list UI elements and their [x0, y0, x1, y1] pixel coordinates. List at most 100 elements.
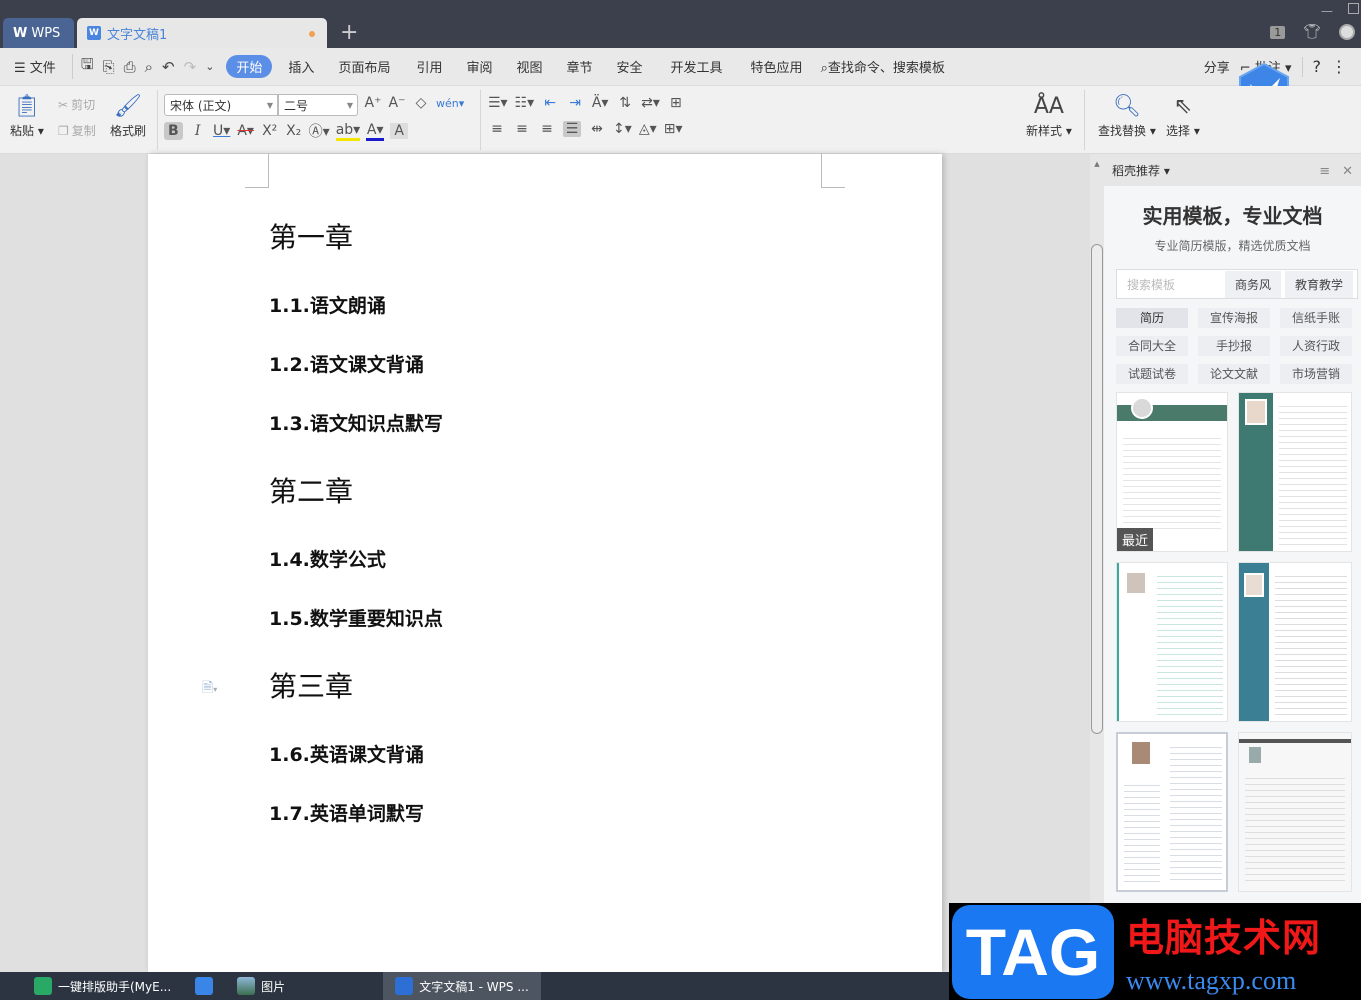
scrollbar-thumb[interactable] [1091, 244, 1103, 734]
section-heading[interactable]: 1.2.语文课文背诵 [269, 350, 424, 377]
tab-page-layout[interactable]: 页面布局 [326, 57, 402, 76]
phonetic-guide-icon[interactable]: wén▾ [436, 97, 464, 110]
close-icon[interactable]: ✕ [1342, 164, 1353, 179]
chapter-heading[interactable]: 第二章 [269, 470, 353, 510]
align-right-icon[interactable]: ≡ [538, 121, 556, 137]
category-item[interactable]: 人资行政 [1280, 336, 1352, 356]
shrink-font-icon[interactable]: A⁻ [388, 95, 406, 111]
italic-button[interactable]: I [189, 123, 207, 139]
template-thumbnail[interactable] [1116, 562, 1228, 722]
section-heading[interactable]: 1.7.英语单词默写 [269, 799, 424, 826]
wps-home-tab[interactable]: W WPS [3, 18, 74, 48]
paragraph-layout-icon[interactable]: 🗎︎▾ [202, 677, 217, 701]
tab-special-apps[interactable]: 特色应用 [735, 57, 815, 76]
grow-font-icon[interactable]: A⁺ [364, 95, 382, 111]
template-search-input[interactable]: 搜索模板 [1117, 276, 1225, 293]
minimize-button[interactable]: — [1321, 4, 1333, 18]
decrease-indent-icon[interactable]: ⇤ [541, 95, 559, 111]
distributed-icon[interactable]: ⇹ [588, 121, 606, 137]
subscript-button[interactable]: X₂ [285, 123, 303, 139]
template-thumbnail[interactable] [1238, 562, 1352, 722]
align-left-icon[interactable]: ≡ [488, 121, 506, 137]
taskbar-item[interactable]: 文字文稿1 - WPS ... [383, 972, 541, 1000]
superscript-button[interactable]: X² [261, 123, 279, 139]
borders-icon[interactable]: ⊞▾ [664, 121, 683, 137]
bullet-list-icon[interactable]: ☰▾ [488, 95, 508, 111]
help-button[interactable]: ? [1313, 57, 1322, 76]
tab-references[interactable]: 引用 [402, 57, 454, 76]
template-thumbnail[interactable] [1116, 732, 1228, 892]
justify-icon[interactable]: ☰ [563, 121, 581, 137]
tab-insert[interactable]: 插入 [276, 57, 326, 76]
paste-button[interactable]: 📋︎ 粘贴 ▾ [10, 92, 44, 139]
print-icon[interactable]: ⎙ [124, 58, 136, 76]
char-shading-button[interactable]: A [390, 123, 409, 139]
table-icon[interactable]: ⊞ [667, 95, 685, 111]
sort-icon[interactable]: ⇅ [616, 95, 634, 111]
copy-button[interactable]: ❐ 复制 [58, 122, 96, 139]
increase-indent-icon[interactable]: ⇥ [566, 95, 584, 111]
tab-review[interactable]: 审阅 [454, 57, 504, 76]
window-count-badge[interactable]: 1 [1270, 25, 1286, 39]
font-name-select[interactable]: 宋体 (正文) ▼ [164, 94, 278, 116]
text-direction-icon[interactable]: Ä▾ [591, 95, 609, 111]
export-icon[interactable]: ⎘ [103, 58, 115, 76]
new-tab-button[interactable]: + [340, 20, 358, 46]
taskbar-item[interactable]: 图片 [225, 972, 297, 1000]
category-item[interactable]: 试题试卷 [1116, 364, 1188, 384]
template-thumbnail[interactable] [1238, 732, 1352, 892]
select-button[interactable]: ⇖ 选择 ▾ [1166, 92, 1200, 139]
skin-shirt-icon[interactable]: 👕︎ [1303, 24, 1321, 40]
bold-button[interactable]: B [164, 122, 183, 140]
paragraph-spacing-icon[interactable]: ↕▾ [613, 121, 632, 137]
line-spacing-toggle-icon[interactable]: ⇄▾ [641, 95, 660, 111]
tab-home[interactable]: 开始 [226, 55, 273, 78]
customize-chevron-icon[interactable]: ⌄ [205, 60, 214, 73]
category-item[interactable]: 市场营销 [1280, 364, 1352, 384]
undo-icon[interactable]: ↶ [162, 58, 175, 76]
category-item[interactable]: 手抄报 [1198, 336, 1270, 356]
category-item[interactable]: 合同大全 [1116, 336, 1188, 356]
underline-button[interactable]: U▾ [213, 123, 231, 139]
command-search[interactable]: ⌕查找命令、搜索模板 [815, 57, 957, 76]
font-size-select[interactable]: 二号 ▼ [278, 94, 358, 116]
section-heading[interactable]: 1.6.英语课文背诵 [269, 740, 424, 767]
section-heading[interactable]: 1.1.语文朗诵 [269, 291, 386, 318]
vertical-scrollbar[interactable]: ▲ [1090, 154, 1104, 972]
category-item[interactable]: 论文文献 [1198, 364, 1270, 384]
clear-format-icon[interactable]: ◇ [412, 95, 430, 111]
numbered-list-icon[interactable]: ☷▾ [515, 95, 535, 111]
scroll-up-icon[interactable]: ▲ [1090, 160, 1104, 168]
font-color-button[interactable]: A▾ [366, 122, 385, 141]
template-thumbnail[interactable] [1238, 392, 1352, 552]
category-item[interactable]: 简历 [1116, 308, 1188, 328]
text-effect-button[interactable]: Ⓐ▾ [309, 121, 330, 141]
quick-tag[interactable]: 教育教学 [1284, 270, 1353, 298]
cut-button[interactable]: ✂ 剪切 [58, 96, 95, 113]
find-replace-button[interactable]: 🔍︎ 查找替换 ▾ [1098, 92, 1156, 139]
taskbar-item[interactable] [183, 972, 225, 1000]
category-item[interactable]: 信纸手账 [1280, 308, 1352, 328]
section-heading[interactable]: 1.5.数学重要知识点 [269, 604, 443, 631]
format-painter-button[interactable]: 🖌︎ 格式刷 [110, 92, 146, 139]
tab-security[interactable]: 安全 [605, 57, 655, 76]
share-button[interactable]: 分享 [1204, 57, 1230, 76]
chapter-heading[interactable]: 第一章 [269, 216, 353, 256]
file-menu[interactable]: ☰ 文件 [0, 57, 68, 76]
document-page[interactable]: 第一章 1.1.语文朗诵 1.2.语文课文背诵 1.3.语文知识点默写 第二章 … [148, 154, 942, 972]
highlight-button[interactable]: ab▾ [335, 122, 361, 141]
section-heading[interactable]: 1.4.数学公式 [269, 545, 386, 572]
panel-header-menu[interactable]: 稻壳推荐 ▾ [1112, 162, 1170, 179]
more-options-icon[interactable]: ⋮ [1331, 57, 1347, 76]
redo-icon[interactable]: ↷ [184, 58, 197, 76]
save-icon[interactable]: 🖫 [81, 54, 94, 79]
tab-chapter[interactable]: 章节 [555, 57, 605, 76]
category-item[interactable]: 宣传海报 [1198, 308, 1270, 328]
tab-view[interactable]: 视图 [504, 57, 554, 76]
section-heading[interactable]: 1.3.语文知识点默写 [269, 409, 443, 436]
taskbar-item[interactable]: 一键排版助手(MyE... [22, 972, 183, 1000]
template-thumbnail[interactable]: 最近 [1116, 392, 1228, 552]
shading-fill-icon[interactable]: ◬▾ [639, 121, 657, 137]
user-avatar[interactable] [1339, 24, 1355, 40]
tab-developer[interactable]: 开发工具 [655, 57, 735, 76]
